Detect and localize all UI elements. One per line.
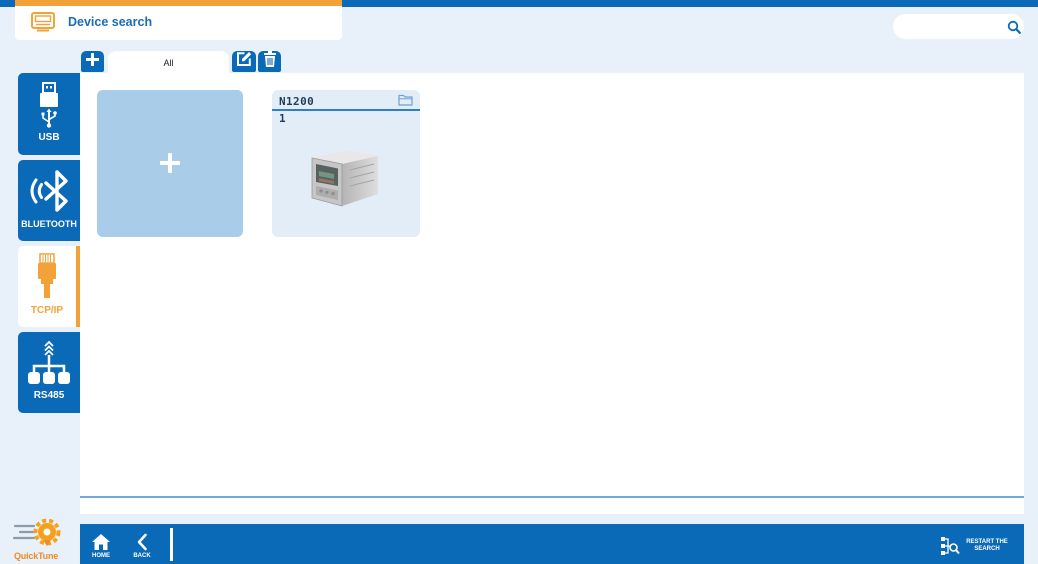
home-label: HOME: [92, 553, 110, 559]
bluetooth-icon: [18, 169, 80, 213]
rs485-network-icon: [18, 340, 80, 386]
search-icon[interactable]: [1007, 20, 1021, 34]
edit-tab-button[interactable]: [232, 51, 256, 72]
plus-icon: [85, 52, 100, 72]
sidebar-item-bluetooth[interactable]: BLUETOOTH: [18, 160, 80, 241]
device-address: 1: [279, 112, 286, 125]
trash-icon: [263, 51, 277, 72]
sidebar-item-label: TCP/IP: [30, 305, 64, 316]
sidebar-item-label: RS485: [33, 390, 65, 401]
search-box: [893, 14, 1024, 39]
chevron-left-icon: [122, 533, 162, 551]
tab-all[interactable]: All: [108, 51, 229, 73]
logo-text: QuickTune: [14, 551, 59, 561]
restart-search-label: RESTART THE SEARCH: [966, 539, 1008, 552]
sidebar-item-usb[interactable]: USB: [18, 73, 80, 155]
edit-icon: [236, 51, 252, 72]
sidebar-item-label: USB: [38, 132, 60, 143]
sidebar-item-rs485[interactable]: RS485: [18, 332, 80, 413]
search-input[interactable]: [903, 18, 1003, 35]
device-card[interactable]: N1200 1: [272, 90, 420, 237]
home-button[interactable]: HOME: [81, 524, 121, 564]
home-icon: [81, 533, 121, 551]
panel-divider: [80, 496, 1024, 498]
add-device-card[interactable]: [97, 90, 243, 237]
folder-icon[interactable]: [398, 93, 413, 106]
page-title: Device search: [68, 15, 153, 29]
delete-tab-button[interactable]: [258, 51, 281, 72]
controller-image: [308, 144, 380, 210]
logo-gear-icon: [12, 518, 66, 550]
ethernet-icon: [18, 253, 76, 299]
quicktune-logo: QuickTune: [12, 518, 66, 564]
usb-icon: [18, 82, 80, 128]
toolbar-separator: [170, 528, 173, 561]
back-label: BACK: [133, 553, 151, 559]
monitor-icon: [31, 12, 55, 32]
restart-search-icon: [940, 536, 960, 556]
bottom-toolbar: HOME BACK RESTART THE SEARCH: [80, 524, 1024, 564]
device-title-underline: [272, 109, 420, 111]
page-header: [15, 0, 342, 40]
add-tab-button[interactable]: [81, 51, 104, 72]
device-name: N1200: [279, 95, 315, 108]
restart-search-button[interactable]: RESTART THE SEARCH: [938, 524, 1018, 564]
sidebar-item-label: BLUETOOTH: [21, 219, 77, 229]
sidebar-item-tcp-ip[interactable]: TCP/IP: [18, 246, 80, 327]
back-button[interactable]: BACK: [122, 524, 162, 564]
